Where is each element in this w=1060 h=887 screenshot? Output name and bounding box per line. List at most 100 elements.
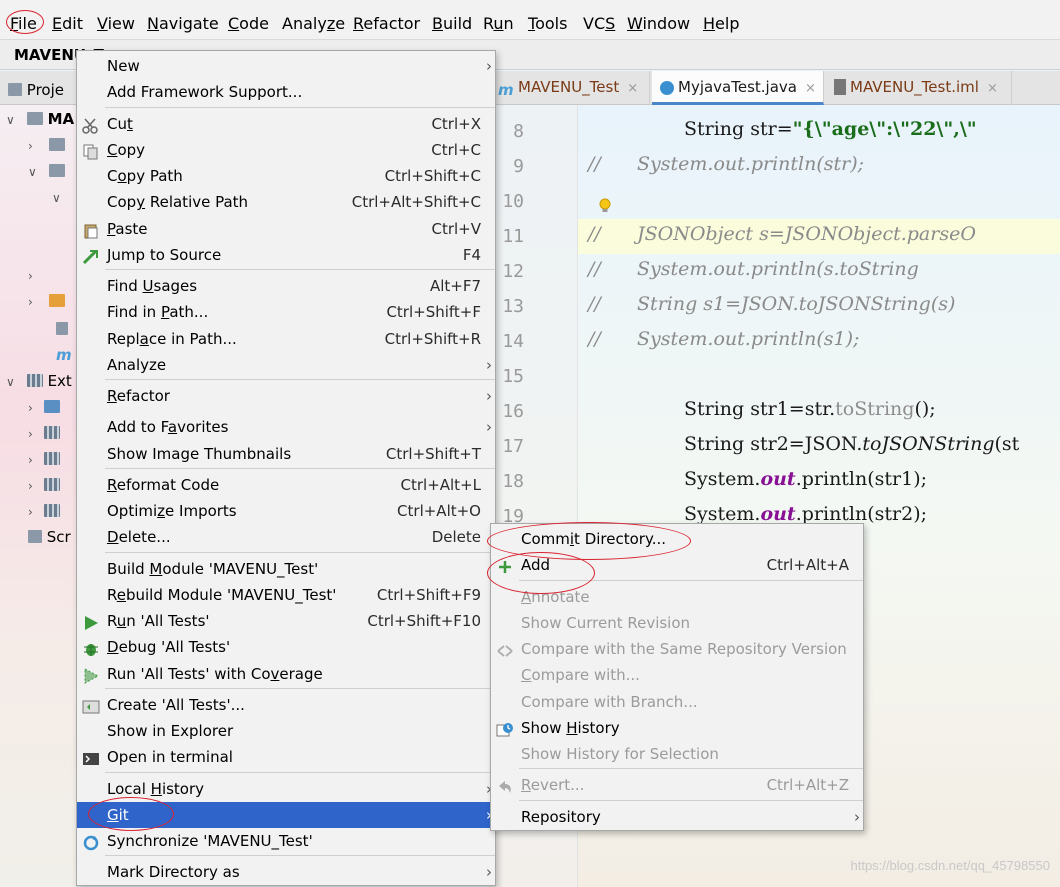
close-icon[interactable]: ×	[805, 81, 816, 96]
chevron-right-icon[interactable]: ›	[28, 295, 44, 309]
git-menu-item[interactable]: Show History	[491, 715, 863, 741]
shortcut-text: Ctrl+Shift+F9	[376, 586, 481, 604]
tree-item[interactable]	[56, 320, 68, 340]
label-text: Cop	[107, 193, 137, 211]
chevron-right-icon[interactable]: ›	[28, 505, 44, 519]
label-text: Compare with the Same Repository Version	[521, 640, 847, 658]
context-menu-item[interactable]: Reformat Code Ctrl+Alt+L	[77, 472, 495, 498]
context-menu-item[interactable]: New ›	[77, 53, 495, 79]
context-menu-item[interactable]: Jump to Source F4	[77, 242, 495, 268]
context-menu-item[interactable]: Debug 'All Tests'	[77, 634, 495, 660]
context-menu-item[interactable]: Optimize Imports Ctrl+Alt+O	[77, 498, 495, 524]
chevron-right-icon[interactable]: ›	[28, 479, 44, 493]
editor-tab[interactable]: MyjavaTest.java ×	[652, 71, 824, 105]
menu-item-label: Find in Path...	[107, 299, 208, 325]
chevron-right-icon[interactable]: ›	[28, 427, 44, 441]
chevron-down-icon[interactable]: ∨	[6, 375, 22, 389]
context-menu-item[interactable]: Analyze ›	[77, 352, 495, 378]
scratches[interactable]: Scr	[28, 528, 71, 548]
chevron-down-icon[interactable]: ∨	[52, 191, 68, 205]
tree-item[interactable]: m	[56, 346, 72, 366]
menu-build[interactable]: Build	[432, 13, 472, 35]
tree-item[interactable]: ›	[28, 266, 44, 286]
context-menu-item[interactable]: Open in terminal	[77, 744, 495, 770]
editor-tab[interactable]: MAVENU_Test.iml ×	[826, 71, 1012, 105]
annotation-git	[88, 797, 174, 831]
context-menu-item[interactable]: Run 'All Tests' Ctrl+Shift+F10	[77, 608, 495, 634]
menu-run[interactable]: Run	[483, 13, 514, 35]
code-line: String str="{\"age\":\"22\",\"	[684, 118, 977, 140]
code-token: String str=	[684, 118, 793, 140]
menu-analyze[interactable]: Analyze	[282, 13, 345, 35]
context-menu-item[interactable]: Rebuild Module 'MAVENU_Test' Ctrl+Shift+F…	[77, 582, 495, 608]
menu-item-label: Rebuild Module 'MAVENU_Test'	[107, 582, 336, 608]
context-menu-item[interactable]: Mark Directory as ›	[77, 859, 495, 885]
label-text: Open in terminal	[107, 748, 233, 766]
git-menu-item[interactable]: Repository ›	[491, 804, 863, 830]
tree-item[interactable]: ∨	[28, 162, 65, 182]
label-text: Run 'All Tests' with Co	[107, 665, 271, 683]
line-number: 12	[502, 261, 524, 282]
project-tab[interactable]: Proje	[8, 81, 64, 101]
close-icon[interactable]: ×	[987, 81, 998, 96]
menu-edit[interactable]: Edit	[52, 13, 83, 35]
context-menu-item[interactable]: Refactor ›	[77, 383, 495, 409]
context-menu-item[interactable]: Copy Path Ctrl+Shift+C	[77, 163, 495, 189]
menu-separator	[105, 772, 495, 773]
menu-code[interactable]: Code	[228, 13, 269, 35]
context-menu-item[interactable]: Paste Ctrl+V	[77, 216, 495, 242]
context-menu-item[interactable]: Add Framework Support...	[77, 79, 495, 105]
menu-view[interactable]: View	[97, 13, 135, 35]
context-menu-item[interactable]: Find Usages Alt+F7	[77, 273, 495, 299]
chevron-right-icon[interactable]: ›	[28, 453, 44, 467]
tree-item[interactable]: ›	[28, 136, 65, 156]
menu-navigate[interactable]: Navigate	[147, 13, 219, 35]
tree-item[interactable]: ›	[28, 398, 60, 418]
project-tool-window: Proje ∨ MA › ∨ ∨ › › m ∨ Ext › › › › › S…	[0, 81, 78, 887]
context-menu-item[interactable]: Find in Path... Ctrl+Shift+F	[77, 299, 495, 325]
menu-vcs[interactable]: VCS	[583, 13, 615, 35]
chevron-down-icon[interactable]: ∨	[28, 165, 44, 179]
context-menu-item[interactable]: Show in Explorer	[77, 718, 495, 744]
git-menu-item: Show History for Selection	[491, 741, 863, 767]
chevron-right-icon: ›	[486, 418, 492, 436]
context-menu-item[interactable]: Delete... Delete	[77, 524, 495, 550]
chevron-right-icon[interactable]: ›	[28, 269, 44, 283]
library-icon	[44, 452, 60, 465]
context-menu-item[interactable]: Copy Ctrl+C	[77, 137, 495, 163]
tree-item[interactable]: ›	[28, 292, 65, 312]
shortcut-text: Ctrl+Alt+Shift+C	[351, 193, 481, 211]
code-line: // String s1=JSON.toJSONString(s)	[588, 293, 955, 315]
context-menu-item[interactable]: Run 'All Tests' with Coverage	[77, 661, 495, 687]
paste-icon	[82, 221, 100, 239]
code-token: out	[760, 503, 796, 525]
lightbulb-icon[interactable]	[598, 198, 612, 214]
context-menu-item[interactable]: Add to Favorites ›	[77, 414, 495, 440]
editor-tab[interactable]: m MAVENU_Test ×	[490, 71, 650, 105]
tree-item[interactable]: ∨	[52, 188, 68, 208]
close-icon[interactable]: ×	[627, 81, 638, 96]
chevron-down-icon[interactable]: ∨	[6, 113, 22, 127]
external-libraries[interactable]: ∨ Ext	[6, 372, 72, 392]
context-menu-item[interactable]: Show Image Thumbnails Ctrl+Shift+T	[77, 441, 495, 467]
tree-item[interactable]: ›	[28, 476, 60, 496]
chevron-right-icon[interactable]: ›	[28, 401, 44, 415]
context-menu-item[interactable]: Build Module 'MAVENU_Test'	[77, 556, 495, 582]
context-menu-item[interactable]: Create 'All Tests'...	[77, 692, 495, 718]
tree-item[interactable]: ›	[28, 502, 60, 522]
menu-help[interactable]: Help	[703, 13, 739, 35]
context-menu-item[interactable]: Replace in Path... Ctrl+Shift+R	[77, 326, 495, 352]
chevron-right-icon[interactable]: ›	[28, 139, 44, 153]
menu-item-label: Optimize Imports	[107, 498, 237, 524]
menu-refactor[interactable]: Refactor	[353, 13, 420, 35]
tree-item[interactable]: ›	[28, 450, 60, 470]
tree-item[interactable]: ›	[28, 424, 60, 444]
menu-tools[interactable]: Tools	[528, 13, 567, 35]
context-menu-item[interactable]: Copy Relative Path Ctrl+Alt+Shift+C	[77, 189, 495, 215]
tree-root[interactable]: ∨ MA	[6, 110, 74, 130]
menu-window[interactable]: Window	[627, 13, 690, 35]
context-menu-item[interactable]: Cut Ctrl+X	[77, 111, 495, 137]
context-menu-item[interactable]: Synchronize 'MAVENU_Test'	[77, 828, 495, 854]
code-token: String str2=JSON.	[684, 433, 863, 455]
menu-item-label: Show Image Thumbnails	[107, 441, 291, 467]
